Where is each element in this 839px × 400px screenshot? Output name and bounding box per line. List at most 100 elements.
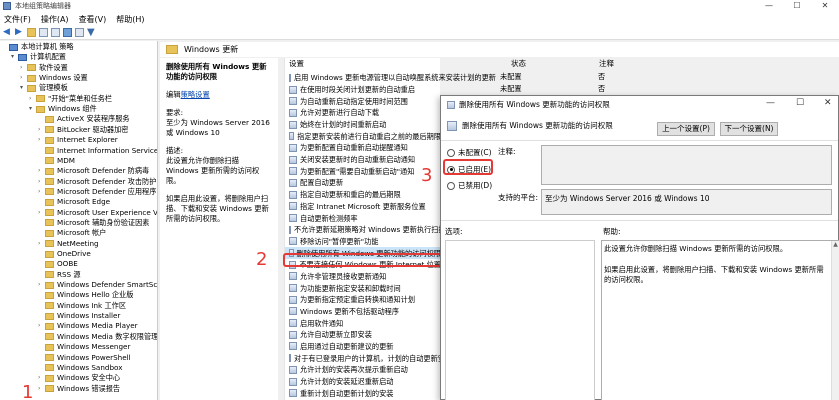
table-row[interactable]: 重新计划自动更新计划的安装 (285, 387, 441, 399)
table-row[interactable]: 指定更新安装前进行自动重启之前的最后期限 (285, 130, 441, 142)
tree-item[interactable]: MDM (38, 156, 75, 166)
tree-item[interactable]: ActiveX 安装程序服务 (38, 114, 130, 124)
table-row[interactable]: 关闭安装更新时的自动重新启动通知 (285, 154, 441, 166)
table-row[interactable]: 为更新指定预定重启转换和通知计划 (285, 294, 441, 306)
help-icon[interactable] (63, 28, 72, 37)
help-scrollbar[interactable]: ▲ (831, 241, 839, 400)
tree-item[interactable]: Windows Installer (38, 311, 120, 321)
table-row[interactable]: 不允许更新延期策略对 Windows 更新执行扫描 (285, 224, 446, 236)
tree-item[interactable]: OOBE (38, 259, 78, 269)
collapsed-arrow-icon[interactable]: › (38, 208, 45, 218)
collapsed-arrow-icon[interactable]: › (38, 239, 45, 249)
col-setting-header[interactable]: 设置 (289, 58, 304, 70)
tree-item[interactable]: Windows Sandbox (38, 363, 122, 373)
tree-item[interactable]: › NetMeeting (38, 239, 99, 249)
export-icon[interactable] (51, 28, 60, 37)
tree-item[interactable]: › Windows 错误报告 (38, 384, 120, 394)
dialog-maximize-button[interactable]: ☐ (796, 98, 804, 108)
tree-item[interactable]: › Internet Explorer (38, 135, 118, 145)
table-row[interactable]: 移除访问"暂停更新"功能 (285, 236, 441, 248)
radio-not-configured[interactable]: 未配置(C) (447, 147, 492, 158)
collapsed-arrow-icon[interactable]: › (38, 280, 45, 290)
tree-item[interactable]: ▾ Windows 组件 (29, 104, 97, 114)
tree-item[interactable]: › Windows Media Player (38, 321, 138, 331)
tree-item[interactable]: Windows Ink 工作区 (38, 301, 126, 311)
table-row[interactable]: 启用通过自动更新建议的更新 (285, 341, 441, 353)
table-row[interactable]: 允许非管理员接收更新通知 (285, 271, 441, 283)
tree-item[interactable]: Microsoft 帐户 (38, 228, 106, 238)
expanded-arrow-icon[interactable]: ▾ (11, 52, 18, 62)
tree-item[interactable]: › 软件设置 (20, 63, 68, 73)
collapsed-arrow-icon[interactable]: › (20, 73, 27, 83)
policy-settings-link[interactable]: 策略设置 (181, 90, 210, 99)
tree-item[interactable]: › Microsoft User Experience Vi (38, 208, 157, 218)
collapsed-arrow-icon[interactable]: › (38, 166, 45, 176)
collapsed-arrow-icon[interactable]: › (38, 125, 45, 135)
up-folder-icon[interactable] (27, 28, 36, 37)
table-row[interactable]: 配置自动更新 (285, 177, 441, 189)
table-row[interactable]: Windows 更新不包括驱动程序 (285, 306, 441, 318)
tree-item[interactable]: Windows Media 数字权限管理 (38, 332, 157, 342)
table-row[interactable]: 在使用时段关闭计划更新的自动重启 (285, 84, 441, 96)
table-row[interactable]: 始终在计划的时间重新启动 (285, 119, 441, 131)
table-row[interactable]: 允许对更新进行自动下载 (285, 107, 441, 119)
table-row[interactable]: 指定自动更新和重启的最后期限 (285, 189, 441, 201)
filter-icon[interactable]: ▼ (87, 28, 96, 38)
tree-item[interactable]: Microsoft Edge (38, 197, 110, 207)
tree-item[interactable]: › BitLocker 驱动器加密 (38, 125, 128, 135)
table-row[interactable]: 启用软件通知 (285, 317, 441, 329)
table-row[interactable]: 为自动重新启动指定使用时间范围 (285, 95, 441, 107)
collapsed-arrow-icon[interactable]: › (20, 63, 27, 73)
tree-item[interactable]: Windows PowerShell (38, 353, 131, 363)
tree-item[interactable]: › "开始"菜单和任务栏 (29, 94, 112, 104)
table-row[interactable]: 为更新配置"需要自动重新启动"通知 (285, 165, 441, 177)
col-note-header[interactable]: 注释 (599, 58, 614, 70)
tree-item[interactable]: › Microsoft Defender 防病毒 (38, 166, 149, 176)
table-row[interactable]: 允许计划的安装再次提示重新启动 (285, 364, 441, 376)
radio-disabled[interactable]: 已禁用(D) (447, 180, 492, 191)
tree-item[interactable]: Windows Messenger (38, 342, 130, 352)
tree-item[interactable]: Internet Information Services (38, 146, 157, 156)
tree-item[interactable]: › Windows Defender SmartScr (38, 280, 157, 290)
tree-item[interactable]: Windows Hello 企业版 (38, 290, 133, 300)
col-status-header[interactable]: 状态 (511, 58, 526, 70)
tree-item[interactable]: ▾ 管理模板 (20, 83, 68, 93)
tree-item[interactable]: › Windows 设置 (20, 73, 88, 83)
tree-item[interactable]: ▾ 计算机配置 (11, 52, 66, 62)
forward-icon[interactable]: ▶ (15, 28, 24, 37)
dialog-minimize-button[interactable]: — (766, 98, 775, 108)
menu-action[interactable]: 操作(A) (41, 14, 69, 25)
table-row[interactable]: 允许计划的安装延迟重新启动 (285, 376, 441, 388)
collapsed-arrow-icon[interactable]: › (38, 187, 45, 197)
tree-item[interactable]: Microsoft 辅助身份验证因素 (38, 218, 150, 228)
minimize-button[interactable]: — (755, 0, 783, 12)
table-row[interactable]: 允许自动更新立即安装 (285, 329, 441, 341)
prev-setting-button[interactable]: 上一个设置(P) (657, 122, 715, 136)
collapsed-arrow-icon[interactable]: › (38, 135, 45, 145)
tree-item[interactable]: 本地计算机 策略 (2, 42, 74, 52)
table-row[interactable]: 为功能更新指定安装和卸载时间 (285, 282, 441, 294)
collapsed-arrow-icon[interactable]: › (38, 321, 45, 331)
tree-item[interactable]: › Microsoft Defender 攻击防护 (38, 177, 156, 187)
collapsed-arrow-icon[interactable]: › (38, 373, 45, 383)
menu-file[interactable]: 文件(F) (4, 14, 31, 25)
menu-view[interactable]: 查看(V) (79, 14, 107, 25)
collapsed-arrow-icon[interactable]: › (29, 94, 36, 104)
comment-field[interactable] (541, 145, 832, 185)
menu-help[interactable]: 帮助(H) (116, 14, 144, 25)
scroll-up-icon[interactable]: ▲ (832, 241, 839, 249)
dialog-close-button[interactable]: ✕ (824, 98, 832, 108)
expanded-arrow-icon[interactable]: ▾ (20, 83, 27, 93)
table-row[interactable]: 自动更新检测频率 (285, 212, 441, 224)
tree-item[interactable]: › Microsoft Defender 应用程序 (38, 187, 156, 197)
next-setting-button[interactable]: 下一个设置(N) (720, 122, 778, 136)
maximize-button[interactable]: ☐ (783, 0, 811, 12)
close-button[interactable]: ✕ (811, 0, 839, 12)
table-row[interactable]: 为更新配置自动重新启动提醒通知 (285, 142, 441, 154)
show-tree-icon[interactable] (39, 28, 48, 37)
tree-item[interactable]: › Windows 安全中心 (38, 373, 120, 383)
properties-icon[interactable] (75, 28, 84, 37)
table-row[interactable]: 启用 Windows 更新电源管理以自动唤醒系统来安装计划的更新 (285, 72, 496, 84)
expanded-arrow-icon[interactable]: ▾ (29, 104, 36, 114)
table-row[interactable]: 指定 Intranet Microsoft 更新服务位置 (285, 200, 441, 212)
